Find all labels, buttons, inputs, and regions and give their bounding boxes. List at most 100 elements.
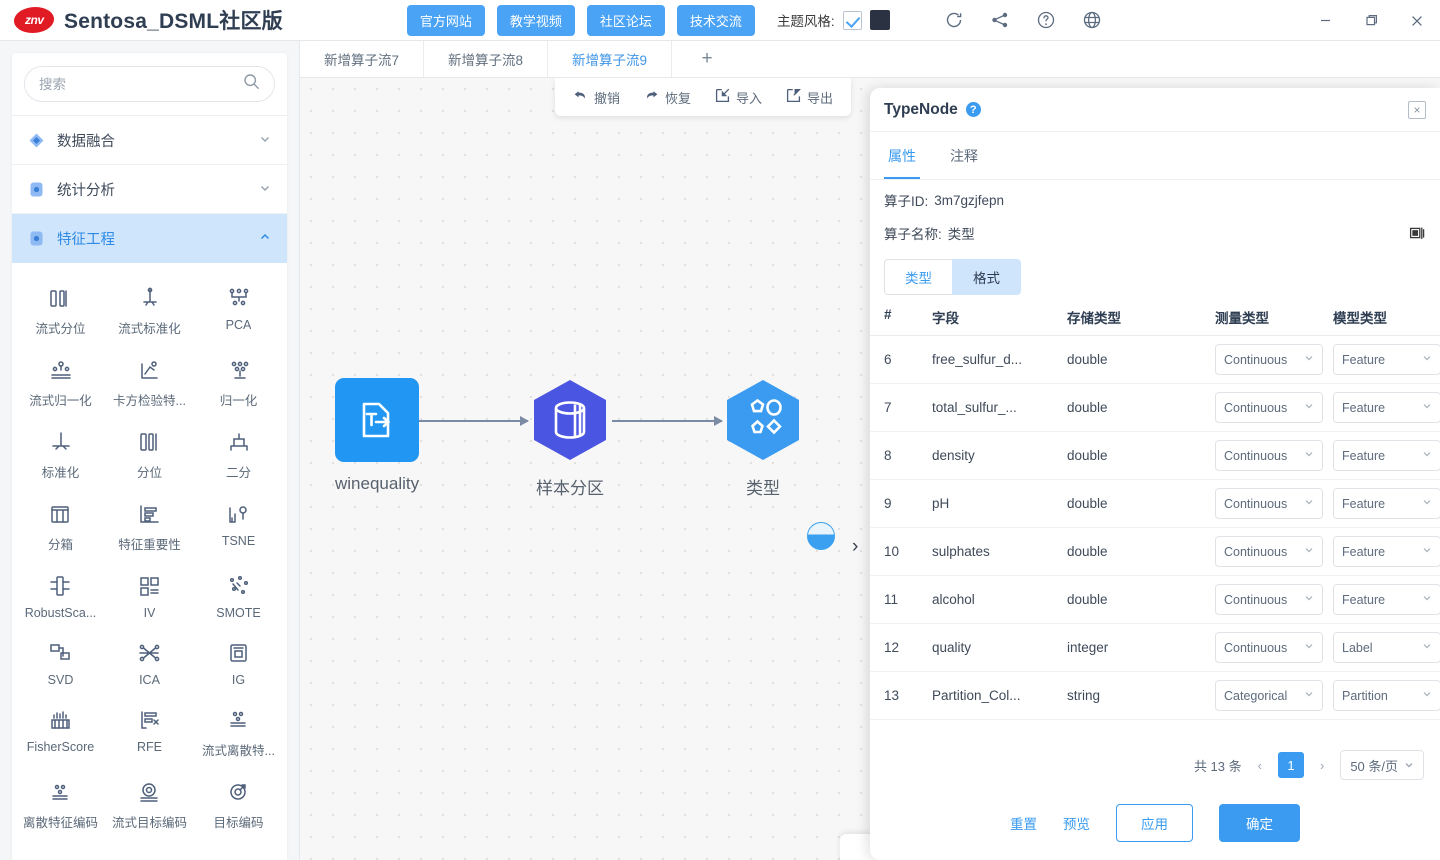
close-icon[interactable]: × <box>1408 100 1426 119</box>
panel-collapse-toggle[interactable]: › <box>852 536 858 558</box>
model-type-select[interactable]: Feature <box>1333 584 1440 615</box>
chevron-down-icon <box>1422 353 1432 366</box>
flow-node-type[interactable]: 类型 <box>721 378 805 499</box>
measure-type-select[interactable]: Continuous <box>1215 488 1323 519</box>
sub-tab-format[interactable]: 格式 <box>952 259 1021 295</box>
operator-item-[interactable]: 分位 <box>105 421 194 489</box>
add-flow-tab-button[interactable]: + <box>672 41 742 77</box>
flow-tab-7[interactable]: 新增算子流7 <box>300 41 424 77</box>
model-type-select[interactable]: Partition <box>1333 680 1440 711</box>
operator-item-[interactable]: 离散特征编码 <box>16 771 105 839</box>
minimize-window-button[interactable] <box>1302 0 1348 41</box>
stream-discrete-icon <box>226 707 252 733</box>
measure-type-select[interactable]: Continuous <box>1215 440 1323 471</box>
measure-type-select[interactable]: Continuous <box>1215 584 1323 615</box>
model-type-select[interactable]: Feature <box>1333 488 1440 519</box>
close-window-button[interactable] <box>1394 0 1440 41</box>
operator-item-[interactable]: 流式分位 <box>16 277 105 345</box>
flow-tab-9[interactable]: 新增算子流9 <box>548 41 672 77</box>
community-forum-button[interactable]: 社区论坛 <box>586 4 665 36</box>
operator-item-[interactable]: 目标编码 <box>194 771 283 839</box>
undo-button[interactable]: 撤销 <box>563 82 630 113</box>
import-button[interactable]: 导入 <box>705 82 772 113</box>
operator-item-ica[interactable]: ICA <box>105 632 194 695</box>
flow-node-winequality[interactable]: winequality <box>335 378 419 494</box>
operator-item-label: 流式离散特... <box>202 744 275 758</box>
tech-exchange-button[interactable]: 技术交流 <box>676 4 755 36</box>
operator-item-robustsca[interactable]: RobustSca... <box>16 565 105 628</box>
sub-tab-type[interactable]: 类型 <box>884 259 952 295</box>
operator-item-[interactable]: 卡方检验特... <box>105 349 194 417</box>
measure-type-select[interactable]: Continuous <box>1215 536 1323 567</box>
cell-field: quality <box>932 640 972 655</box>
theme-style-checkbox[interactable] <box>842 10 862 30</box>
measure-type-select[interactable]: Continuous <box>1215 632 1323 663</box>
type-format-sub-tabs: 类型 格式 <box>870 243 1440 295</box>
sidebar-category-feature-engineering[interactable]: 特征工程 <box>12 214 287 263</box>
measure-type-select[interactable]: Continuous <box>1215 344 1323 375</box>
sidebar-category-data-fusion[interactable]: 数据融合 <box>12 116 287 165</box>
prev-page-button[interactable]: ‹ <box>1252 756 1268 775</box>
model-type-select[interactable]: Feature <box>1333 440 1440 471</box>
operator-item-fisherscore[interactable]: FisherScore <box>16 699 105 767</box>
next-page-button[interactable]: › <box>1314 756 1330 775</box>
theme-style-label: 主题风格: <box>776 14 835 29</box>
model-type-select[interactable]: Feature <box>1333 536 1440 567</box>
operator-item-tsne[interactable]: TSNE <box>194 493 283 561</box>
refresh-icon[interactable] <box>944 10 964 30</box>
help-circle-icon[interactable]: ? <box>965 102 981 117</box>
flow-node-sample-partition[interactable]: 样本分区 <box>528 378 612 499</box>
apply-button[interactable]: 应用 <box>1116 804 1193 842</box>
operator-item-iv[interactable]: IV <box>105 565 194 628</box>
operator-item-[interactable]: 流式离散特... <box>194 699 283 767</box>
model-type-select[interactable]: Feature <box>1333 392 1440 423</box>
official-website-button[interactable]: 官方网站 <box>406 4 485 36</box>
field-table-body[interactable]: 6 free_sulfur_d... double Continuous Feature… <box>870 335 1440 738</box>
measure-type-select[interactable]: Continuous <box>1215 392 1323 423</box>
operator-item-ig[interactable]: IG <box>194 632 283 695</box>
operator-item-[interactable]: 特征重要性 <box>105 493 194 561</box>
operator-item-pca[interactable]: PCA <box>194 277 283 345</box>
sidebar-category-statistics[interactable]: 统计分析 <box>12 165 287 214</box>
reset-button[interactable]: 重置 <box>1010 813 1037 833</box>
operator-item-svd[interactable]: SVD <box>16 632 105 695</box>
tab-comments[interactable]: 注释 <box>946 132 982 179</box>
operator-item-[interactable]: 流式标准化 <box>105 277 194 345</box>
confirm-button[interactable]: 确定 <box>1219 804 1300 842</box>
operator-item-[interactable]: 分箱 <box>16 493 105 561</box>
page-number-1[interactable]: 1 <box>1277 752 1304 778</box>
cell-field: pH <box>932 496 950 511</box>
maximize-window-button[interactable] <box>1348 0 1394 41</box>
globe-icon[interactable] <box>1082 10 1102 30</box>
measure-type-select[interactable]: Categorical <box>1215 680 1323 711</box>
operator-item-[interactable]: 标准化 <box>16 421 105 489</box>
operator-item-[interactable]: 流式归一化 <box>16 349 105 417</box>
app-title: Sentosa_DSML社区版 <box>64 10 283 33</box>
chevron-up-icon <box>259 231 271 246</box>
flow-tab-8[interactable]: 新增算子流8 <box>424 41 548 77</box>
copy-icon[interactable] <box>1409 225 1426 242</box>
tab-attributes[interactable]: 属性 <box>884 132 920 179</box>
theme-color-swatch[interactable] <box>869 10 890 30</box>
help-circle-icon[interactable] <box>1036 10 1056 30</box>
search-input[interactable] <box>39 76 243 92</box>
tutorial-video-button[interactable]: 教学视频 <box>496 4 575 36</box>
operator-item-rfe[interactable]: RFE <box>105 699 194 767</box>
model-type-select[interactable]: Feature <box>1333 344 1440 375</box>
redo-label: 恢复 <box>665 90 692 106</box>
operator-item-smote[interactable]: SMOTE <box>194 565 283 628</box>
operator-item-[interactable]: 归一化 <box>194 349 283 417</box>
share-node-icon[interactable] <box>990 10 1010 30</box>
operator-item-[interactable]: 流式目标编码 <box>105 771 194 839</box>
page-size-select[interactable]: 50 条/页 <box>1340 750 1424 780</box>
preview-button[interactable]: 预览 <box>1063 813 1090 833</box>
export-button[interactable]: 导出 <box>776 82 843 113</box>
operator-item-label: ICA <box>139 673 160 687</box>
redo-button[interactable]: 恢复 <box>634 82 701 113</box>
chevron-down-icon <box>1304 593 1314 606</box>
model-type-select[interactable]: Label <box>1333 632 1440 663</box>
node-status-badge[interactable] <box>807 522 835 550</box>
operator-item-[interactable]: 二分 <box>194 421 283 489</box>
search-box[interactable] <box>24 66 275 102</box>
search-icon[interactable] <box>243 73 260 95</box>
